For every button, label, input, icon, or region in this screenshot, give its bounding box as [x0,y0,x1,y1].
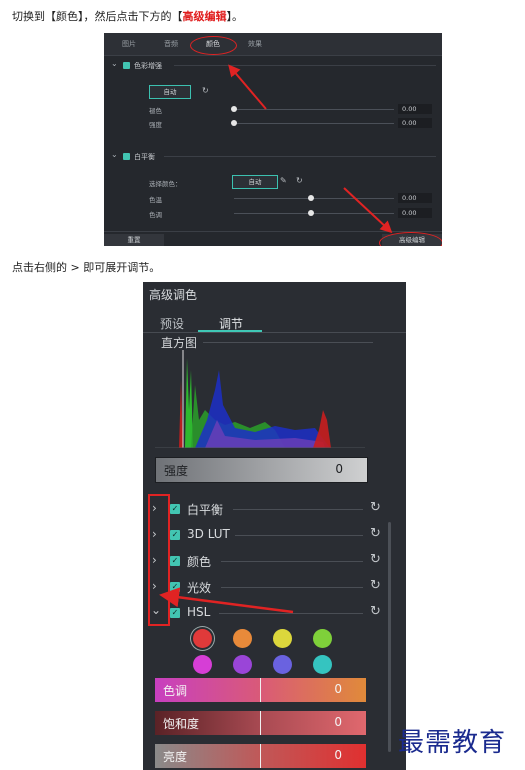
arrow-to-advanced [343,187,393,234]
hue-swatch-yellow[interactable] [273,629,292,648]
hue-swatch-red[interactable] [193,629,212,648]
caption-step1: 切换到【颜色】，然后点击下方的【高级编辑】。 [12,10,243,23]
color-panel-screenshot: 图片 音频 颜色 效果 ⌄ 色彩增强 自动 ↻ 褪色 0.00 强度 0.00 … [104,33,442,246]
hue-value: 0 [334,682,342,696]
hue-swatch-orange[interactable] [233,629,252,648]
hue-swatch-purple[interactable] [233,655,252,674]
brightness-value: 0 [334,748,342,762]
hue-slider[interactable]: 色调 0 [155,678,366,702]
hue-swatch-magenta[interactable] [193,655,212,674]
saturation-slider[interactable]: 饱和度 0 [155,711,366,735]
hue-label: 色调 [163,684,188,698]
hue-swatch-aqua[interactable] [313,655,332,674]
arrow-to-color-tab [228,64,267,110]
hue-swatch-blue[interactable] [273,655,292,674]
watermark-logo: 最需教育 [398,728,507,758]
saturation-value: 0 [334,715,342,729]
caption-step2: 点击右侧的 > 即可展开调节。 [12,261,161,274]
hue-swatch-green[interactable] [313,629,332,648]
caption-highlight: 高级编辑 [182,10,227,23]
brightness-slider[interactable]: 亮度 0 [155,744,366,768]
advanced-color-panel: 高级调色 预设 调节 直方图 强度 0 › ✓ 白平衡 ↻ › ✓ 3D LUT… [143,282,406,770]
saturation-label: 饱和度 [163,717,200,731]
brightness-label: 亮度 [163,750,188,764]
annotation-arrows [228,64,393,234]
